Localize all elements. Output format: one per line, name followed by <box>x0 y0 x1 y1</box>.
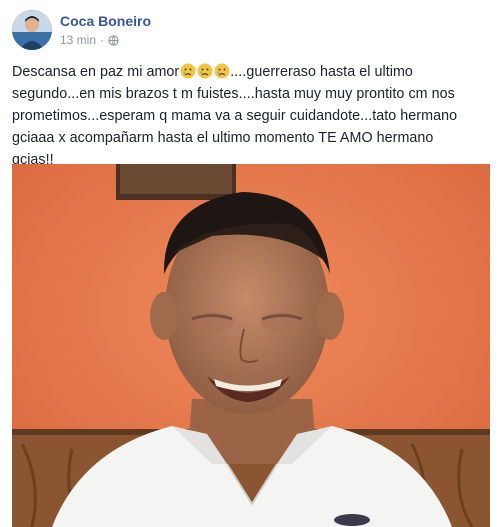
sad-face-emoji-icon <box>214 63 230 79</box>
post-message-line: Descansa en paz mi amor ....guerreraso ha… <box>12 61 490 83</box>
post-message-line: gciaaa x acompañarm hasta el ultimo mome… <box>12 130 434 146</box>
post-photo[interactable] <box>12 164 490 527</box>
author-name-link[interactable]: Coca Boneiro <box>60 13 151 29</box>
post-message-text: ....guerreraso hasta el ultimo <box>230 64 413 80</box>
author-avatar[interactable] <box>12 10 52 50</box>
post-message: Descansa en paz mi amor ....guerreraso ha… <box>12 61 490 171</box>
post-timestamp[interactable]: 13 min <box>60 33 96 47</box>
sad-face-emoji-icon <box>197 63 213 79</box>
globe-icon[interactable] <box>108 34 119 46</box>
post-meta: 13 min · <box>60 33 119 47</box>
post-header: Coca Boneiro 13 min · <box>12 10 492 52</box>
meta-separator: · <box>100 33 105 47</box>
post-message-line: segundo...en mis brazos t m fuistes....h… <box>12 86 455 102</box>
post-message-text: Descansa en paz mi amor <box>12 64 180 80</box>
sad-face-emoji-icon <box>180 63 196 79</box>
post-message-line: prometimos...esperam q mama va a seguir … <box>12 108 458 124</box>
feed-post: Coca Boneiro 13 min · Descansa en paz mi… <box>0 0 502 527</box>
